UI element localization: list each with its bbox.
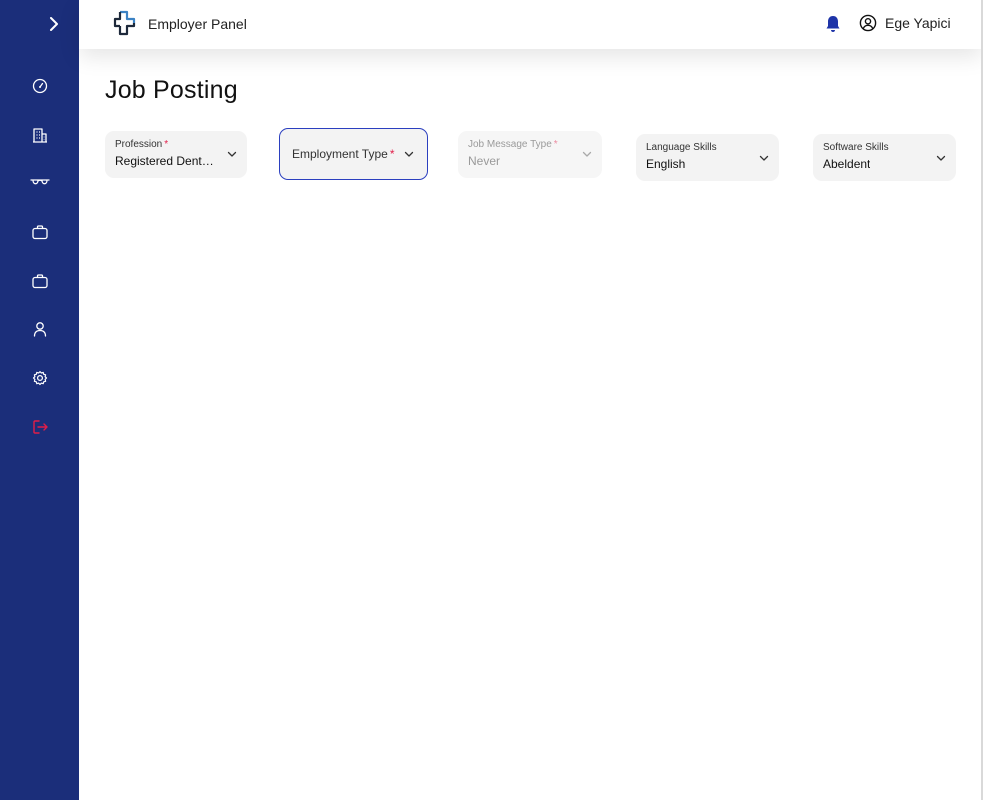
software-skills-label: Software Skills [823, 142, 889, 153]
sidebar-item-company[interactable] [29, 124, 51, 146]
main-content: Employer Panel Ege Yapici Job Posting Pr… [79, 0, 982, 800]
chevron-down-icon [936, 155, 946, 161]
user-menu[interactable]: Ege Yapici [859, 14, 951, 32]
profession-value: Registered Dental Nurse [115, 154, 219, 168]
sidebar-item-settings[interactable] [29, 367, 51, 389]
software-skills-value: Abeldent [823, 157, 871, 171]
language-skills-value: English [646, 157, 686, 171]
briefcase-icon [32, 225, 48, 240]
bell-icon[interactable] [824, 14, 842, 34]
sidebar-item-dashboard[interactable] [29, 75, 51, 97]
brand[interactable]: Employer Panel [111, 10, 247, 37]
profession-label: Profession * [115, 139, 169, 150]
sidebar-expand-button[interactable] [44, 14, 64, 34]
job-message-type-select: Job Message Type * Never [458, 131, 602, 178]
job-message-type-label: Job Message Type * [468, 139, 558, 150]
sidebar-item-profile[interactable] [29, 318, 51, 340]
sidebar-item-applications[interactable] [29, 270, 51, 292]
chevron-down-icon [582, 151, 592, 157]
topbar: Employer Panel Ege Yapici [79, 0, 982, 49]
software-skills-select[interactable]: Software Skills Abeldent [813, 134, 956, 181]
employment-type-select[interactable]: Employment Type * [279, 128, 428, 180]
chevron-down-icon [404, 151, 414, 157]
profession-select[interactable]: Profession* Registered Dental Nurse [105, 131, 247, 178]
page-title: Job Posting [105, 76, 238, 104]
required-mark: * [164, 139, 169, 150]
brand-title: Employer Panel [148, 15, 247, 32]
language-skills-select[interactable]: Language Skills English [636, 134, 779, 181]
job-message-type-value: Never [468, 154, 501, 168]
chevron-right-icon [50, 17, 58, 31]
required-mark: * [389, 147, 395, 161]
employment-type-label: Employment Type * [292, 147, 395, 161]
building-icon [33, 128, 47, 143]
required-mark: * [553, 139, 558, 150]
briefcase-icon [32, 274, 48, 289]
sidebar-item-candidates[interactable] [29, 172, 51, 194]
logout-icon [33, 420, 48, 434]
language-skills-label: Language Skills [646, 142, 717, 153]
chevron-down-icon [759, 155, 769, 161]
gear-icon [32, 371, 48, 386]
logo-icon [113, 10, 136, 36]
sidebar-item-logout[interactable] [29, 416, 51, 438]
user-circle-icon [859, 14, 877, 32]
chevron-down-icon [227, 151, 237, 157]
user-icon [33, 322, 47, 337]
dashboard-icon [32, 78, 48, 94]
glasses-icon [30, 179, 50, 185]
sidebar-item-jobs[interactable] [29, 221, 51, 243]
user-name: Ege Yapici [885, 15, 951, 31]
sidebar [0, 0, 79, 800]
